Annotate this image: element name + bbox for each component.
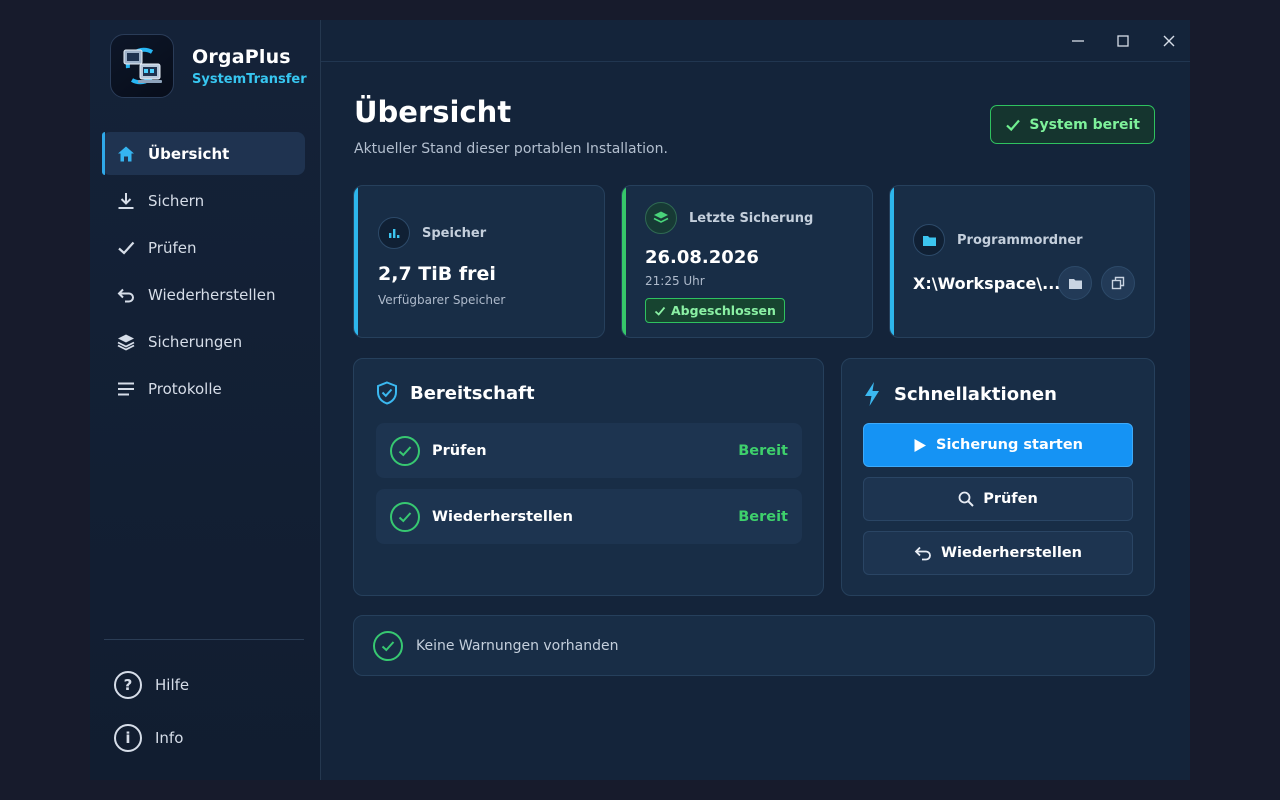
copy-path-button[interactable] bbox=[1101, 266, 1135, 300]
restore-button[interactable]: Wiederherstellen bbox=[863, 531, 1133, 575]
system-status-label: System bereit bbox=[1029, 116, 1140, 133]
help-label: Hilfe bbox=[155, 676, 190, 694]
verify-button[interactable]: Prüfen bbox=[863, 477, 1133, 521]
shield-check-icon bbox=[377, 381, 397, 405]
folder-icon bbox=[913, 224, 945, 256]
last-backup-time: 21:25 Uhr bbox=[645, 274, 705, 288]
sidebar-item-uebersicht[interactable]: Übersicht bbox=[102, 132, 305, 175]
lightning-icon bbox=[865, 382, 879, 406]
program-folder-path: X:\Workspace\... bbox=[913, 274, 1061, 293]
sidebar: OrgaPlus SystemTransfer Übersicht Sicher… bbox=[90, 20, 321, 780]
page-subtitle: Aktueller Stand dieser portablen Install… bbox=[354, 141, 668, 157]
readiness-header: Bereitschaft bbox=[376, 381, 535, 405]
readiness-row-status: Bereit bbox=[738, 508, 788, 525]
layers-icon bbox=[116, 332, 136, 352]
open-folder-button[interactable] bbox=[1058, 266, 1092, 300]
check-circle-icon bbox=[373, 630, 403, 661]
program-folder-label: Programmordner bbox=[957, 232, 1083, 248]
layers-icon bbox=[645, 202, 677, 234]
check-icon bbox=[116, 238, 136, 258]
info-icon: i bbox=[114, 724, 142, 752]
title-bar bbox=[321, 20, 1190, 62]
storage-value: 2,7 TiB frei bbox=[378, 263, 496, 285]
sidebar-item-wiederherstellen[interactable]: Wiederherstellen bbox=[102, 273, 305, 316]
app-window: OrgaPlus SystemTransfer Übersicht Sicher… bbox=[90, 20, 1190, 780]
search-icon bbox=[958, 491, 974, 507]
sidebar-nav: Übersicht Sichern Prüfen Wiederherstelle… bbox=[102, 132, 305, 414]
check-circle-icon bbox=[390, 501, 420, 532]
play-icon bbox=[914, 438, 926, 452]
check-icon bbox=[1006, 119, 1021, 131]
card-accent bbox=[890, 186, 894, 337]
last-backup-label: Letzte Sicherung bbox=[689, 210, 814, 226]
info-link[interactable]: i Info bbox=[114, 724, 183, 752]
app-logo-icon bbox=[110, 34, 174, 98]
minimize-button[interactable] bbox=[1066, 30, 1090, 52]
maximize-icon bbox=[1117, 35, 1129, 47]
sidebar-item-pruefen[interactable]: Prüfen bbox=[102, 226, 305, 269]
help-icon: ? bbox=[114, 671, 142, 699]
page-title: Übersicht bbox=[354, 95, 512, 129]
undo-icon bbox=[914, 546, 931, 560]
minimize-icon bbox=[1072, 40, 1084, 42]
readiness-title: Bereitschaft bbox=[410, 382, 535, 404]
sidebar-item-sicherungen[interactable]: Sicherungen bbox=[102, 320, 305, 363]
warnings-text: Keine Warnungen vorhanden bbox=[416, 637, 619, 654]
app-name: OrgaPlus bbox=[192, 45, 291, 68]
sidebar-item-protokolle[interactable]: Protokolle bbox=[102, 367, 305, 410]
start-backup-label: Sicherung starten bbox=[936, 437, 1083, 453]
sidebar-item-label: Wiederherstellen bbox=[148, 285, 276, 304]
copy-icon bbox=[1111, 276, 1125, 290]
bar-chart-icon bbox=[378, 217, 410, 249]
sidebar-divider bbox=[104, 639, 304, 640]
backup-status-badge: Abgeschlossen bbox=[645, 298, 785, 323]
sidebar-item-label: Sichern bbox=[148, 191, 205, 210]
folder-icon bbox=[1068, 278, 1082, 289]
sidebar-item-label: Sicherungen bbox=[148, 332, 243, 351]
readiness-panel: Bereitschaft Prüfen Bereit Wiederherstel… bbox=[353, 358, 824, 596]
info-label: Info bbox=[155, 729, 184, 747]
last-backup-card: Letzte Sicherung 26.08.2026 21:25 Uhr Ab… bbox=[621, 185, 873, 338]
quick-actions-panel: Schnellaktionen Sicherung starten Prüfen… bbox=[841, 358, 1155, 596]
close-icon bbox=[1163, 35, 1175, 47]
download-icon bbox=[116, 191, 136, 211]
card-accent bbox=[622, 186, 626, 337]
maximize-button[interactable] bbox=[1111, 30, 1135, 52]
restore-label: Wiederherstellen bbox=[941, 545, 1082, 561]
brand: OrgaPlus SystemTransfer bbox=[110, 34, 307, 98]
quick-actions-header: Schnellaktionen bbox=[863, 381, 1057, 407]
verify-label: Prüfen bbox=[983, 491, 1038, 507]
list-icon bbox=[116, 379, 136, 399]
sidebar-item-label: Übersicht bbox=[148, 144, 230, 163]
readiness-row-status: Bereit bbox=[738, 442, 788, 459]
app-subtitle: SystemTransfer bbox=[192, 71, 307, 87]
storage-card: Speicher 2,7 TiB frei Verfügbarer Speich… bbox=[353, 185, 605, 338]
last-backup-date: 26.08.2026 bbox=[645, 247, 759, 268]
undo-icon bbox=[116, 285, 136, 305]
help-link[interactable]: ? Hilfe bbox=[114, 671, 189, 699]
readiness-row-wiederherstellen: Wiederherstellen Bereit bbox=[376, 489, 802, 544]
readiness-row-label: Wiederherstellen bbox=[432, 508, 573, 525]
storage-label: Speicher bbox=[422, 225, 487, 241]
home-icon bbox=[116, 144, 136, 164]
sidebar-item-label: Protokolle bbox=[148, 379, 222, 398]
sidebar-item-sichern[interactable]: Sichern bbox=[102, 179, 305, 222]
quick-actions-title: Schnellaktionen bbox=[894, 383, 1057, 405]
program-folder-card: Programmordner X:\Workspace\... bbox=[889, 185, 1155, 338]
check-circle-icon bbox=[390, 435, 420, 466]
system-status-badge: System bereit bbox=[990, 105, 1155, 144]
start-backup-button[interactable]: Sicherung starten bbox=[863, 423, 1133, 467]
backup-status-label: Abgeschlossen bbox=[671, 303, 776, 318]
warnings-bar: Keine Warnungen vorhanden bbox=[353, 615, 1155, 676]
storage-caption: Verfügbarer Speicher bbox=[378, 293, 506, 307]
readiness-row-label: Prüfen bbox=[432, 442, 487, 459]
card-accent bbox=[354, 186, 358, 337]
close-button[interactable] bbox=[1157, 30, 1181, 52]
readiness-row-pruefen: Prüfen Bereit bbox=[376, 423, 802, 478]
sidebar-item-label: Prüfen bbox=[148, 238, 197, 257]
main-content: Übersicht Aktueller Stand dieser portabl… bbox=[321, 20, 1190, 780]
check-icon bbox=[654, 306, 666, 316]
